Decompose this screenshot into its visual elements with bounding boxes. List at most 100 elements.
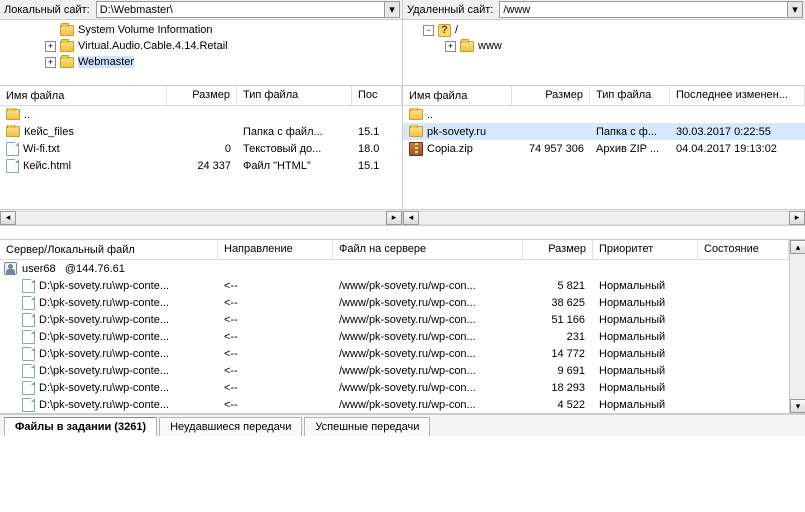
queue-local: D:\pk-sovety.ru\wp-conte... <box>39 297 169 309</box>
queue-local: D:\pk-sovety.ru\wp-conte... <box>39 382 169 394</box>
folder-icon <box>6 126 20 137</box>
vertical-scrollbar[interactable]: ▴ ▾ <box>789 240 805 413</box>
queue-row[interactable]: D:\pk-sovety.ru\wp-conte...<--/www/pk-so… <box>0 311 789 328</box>
chevron-down-icon[interactable]: ▾ <box>384 2 399 17</box>
col-name[interactable]: Имя файла <box>403 86 512 105</box>
remote-site-label: Удаленный сайт: <box>405 4 499 16</box>
scroll-down-icon[interactable]: ▾ <box>790 399 805 413</box>
file-row[interactable]: Кейс.html24 337Файл "HTML"15.1 <box>0 157 402 174</box>
queue-local: D:\pk-sovety.ru\wp-conte... <box>39 280 169 292</box>
transfer-tabs: Файлы в задании (3261) Неудавшиеся перед… <box>0 414 805 436</box>
col-priority[interactable]: Приоритет <box>593 240 698 259</box>
local-file-list[interactable]: ..Кейс_filesПапка с файл...15.1Wi-fi.txt… <box>0 106 402 209</box>
queue-priority: Нормальный <box>593 280 698 292</box>
col-remote[interactable]: Файл на сервере <box>333 240 523 259</box>
col-type[interactable]: Тип файла <box>590 86 670 105</box>
file-size: 0 <box>167 142 237 156</box>
queue-direction: <-- <box>218 331 333 343</box>
queue-size: 38 625 <box>523 297 593 309</box>
scroll-right-icon[interactable]: ▸ <box>789 211 805 225</box>
tab-success[interactable]: Успешные передачи <box>304 417 430 436</box>
folder-icon <box>409 109 423 120</box>
queue-size: 4 522 <box>523 399 593 411</box>
file-size: 74 957 306 <box>512 142 590 156</box>
tree-item[interactable]: + Virtual.Audio.Cable.4.14.Retail <box>0 38 402 54</box>
scroll-right-icon[interactable]: ▸ <box>386 211 402 225</box>
remote-file-list[interactable]: ..pk-sovety.ruПапка с ф...30.03.2017 0:2… <box>403 106 805 209</box>
expander-icon[interactable]: + <box>445 41 456 52</box>
tab-queued[interactable]: Файлы в задании (3261) <box>4 417 157 436</box>
file-row[interactable]: Copia.zip74 957 306Архив ZIP ...04.04.20… <box>403 140 805 157</box>
queue-local: D:\pk-sovety.ru\wp-conte... <box>39 399 169 411</box>
file-type: Архив ZIP ... <box>590 142 670 156</box>
queue-remote: /www/pk-sovety.ru/wp-con... <box>333 331 523 343</box>
tree-item[interactable]: + www <box>403 38 805 54</box>
file-date <box>352 114 402 116</box>
queue-local: D:\pk-sovety.ru\wp-conte... <box>39 365 169 377</box>
file-date: 15.1 <box>352 125 402 139</box>
expander-icon[interactable]: - <box>423 25 434 36</box>
file-date: 04.04.2017 19:13:02 <box>670 142 805 156</box>
file-row[interactable]: .. <box>403 106 805 123</box>
queue-list[interactable]: user68 @144.76.61 D:\pk-sovety.ru\wp-cont… <box>0 260 789 413</box>
queue-direction: <-- <box>218 280 333 292</box>
tree-item-label: www <box>478 40 502 52</box>
file-row[interactable]: .. <box>0 106 402 123</box>
queue-direction: <-- <box>218 348 333 360</box>
tab-failed[interactable]: Неудавшиеся передачи <box>159 417 302 436</box>
folder-icon <box>6 109 20 120</box>
tab-queued-count: (3261) <box>114 421 146 433</box>
file-row[interactable]: pk-sovety.ruПапка с ф...30.03.2017 0:22:… <box>403 123 805 140</box>
unknown-icon: ? <box>438 24 451 37</box>
col-state[interactable]: Состояние <box>698 240 789 259</box>
tree-item[interactable]: +Webmaster <box>0 54 402 70</box>
queue-row[interactable]: D:\pk-sovety.ru\wp-conte...<--/www/pk-so… <box>0 396 789 413</box>
horizontal-scrollbar[interactable]: ◂ ▸ <box>403 209 805 225</box>
col-size[interactable]: Размер <box>167 86 237 105</box>
remote-pane: Удаленный сайт: /www ▾ -?/ + www <box>403 0 805 85</box>
zip-icon <box>409 142 423 156</box>
queue-priority: Нормальный <box>593 399 698 411</box>
scroll-up-icon[interactable]: ▴ <box>790 240 805 254</box>
queue-row[interactable]: D:\pk-sovety.ru\wp-conte...<--/www/pk-so… <box>0 294 789 311</box>
folder-icon <box>60 57 74 68</box>
file-row[interactable]: Кейс_filesПапка с файл...15.1 <box>0 123 402 140</box>
tree-item[interactable]: System Volume Information <box>0 22 402 38</box>
file-size <box>512 114 590 116</box>
col-name[interactable]: Имя файла <box>0 86 167 105</box>
queue-row[interactable]: D:\pk-sovety.ru\wp-conte...<--/www/pk-so… <box>0 362 789 379</box>
remote-path-input[interactable]: /www ▾ <box>499 1 803 18</box>
tree-item-label: System Volume Information <box>78 24 213 36</box>
queue-row[interactable]: D:\pk-sovety.ru\wp-conte...<--/www/pk-so… <box>0 328 789 345</box>
tree-item-label: Virtual.Audio.Cable.4.14.Retail <box>78 40 228 52</box>
horizontal-scrollbar[interactable]: ◂ ▸ <box>0 209 402 225</box>
file-icon <box>22 398 35 412</box>
file-name: pk-sovety.ru <box>427 126 486 138</box>
col-date[interactable]: Последнее изменен... <box>670 86 805 105</box>
chevron-down-icon[interactable]: ▾ <box>787 2 802 17</box>
col-size[interactable]: Размер <box>523 240 593 259</box>
queue-priority: Нормальный <box>593 382 698 394</box>
folder-icon <box>409 126 423 137</box>
col-size[interactable]: Размер <box>512 86 590 105</box>
local-site-label: Локальный сайт: <box>2 4 96 16</box>
tree-item[interactable]: -?/ <box>403 22 805 38</box>
local-path-input[interactable]: D:\Webmaster\ ▾ <box>96 1 400 18</box>
queue-size: 14 772 <box>523 348 593 360</box>
expander-icon[interactable]: + <box>45 57 56 68</box>
file-date: 18.0 <box>352 142 402 156</box>
file-row[interactable]: Wi-fi.txt0Текстовый до...18.0 <box>0 140 402 157</box>
queue-row[interactable]: D:\pk-sovety.ru\wp-conte...<--/www/pk-so… <box>0 345 789 362</box>
queue-priority: Нормальный <box>593 331 698 343</box>
queue-row[interactable]: D:\pk-sovety.ru\wp-conte...<--/www/pk-so… <box>0 277 789 294</box>
expander-icon[interactable]: + <box>45 41 56 52</box>
col-date[interactable]: Пос <box>352 86 402 105</box>
scroll-left-icon[interactable]: ◂ <box>0 211 16 225</box>
col-type[interactable]: Тип файла <box>237 86 352 105</box>
file-type: Папка с ф... <box>590 125 670 139</box>
queue-row[interactable]: D:\pk-sovety.ru\wp-conte...<--/www/pk-so… <box>0 379 789 396</box>
col-local[interactable]: Сервер/Локальный файл <box>0 240 218 259</box>
scroll-left-icon[interactable]: ◂ <box>403 211 419 225</box>
col-direction[interactable]: Направление <box>218 240 333 259</box>
queue-host-row[interactable]: user68 @144.76.61 <box>0 260 789 277</box>
